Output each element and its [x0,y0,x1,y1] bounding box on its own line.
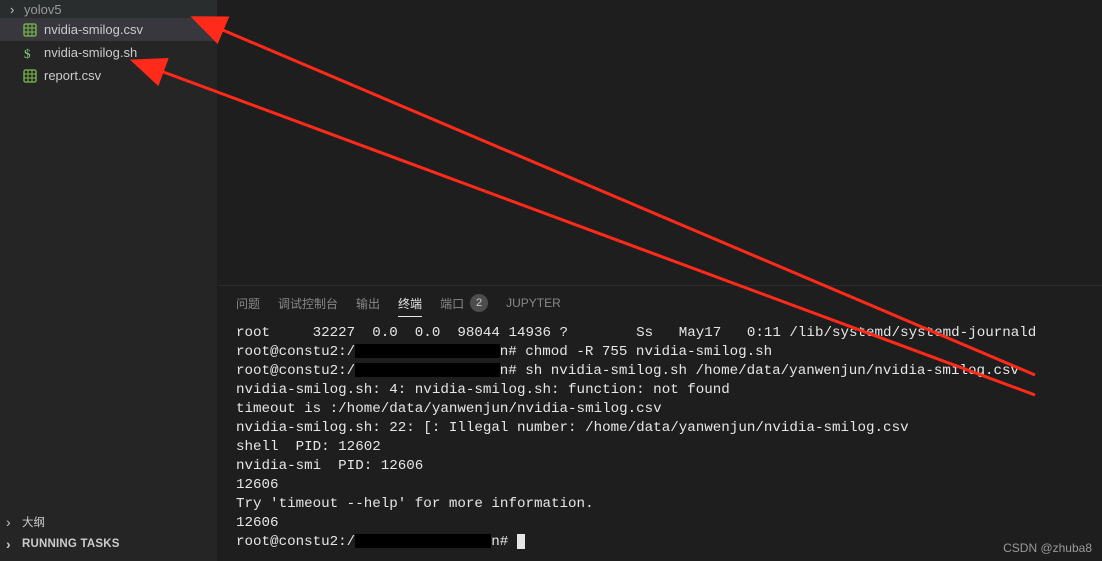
csv-file-icon [22,68,38,84]
file-item-report-csv[interactable]: report.csv [0,64,217,87]
watermark: CSDN @zhuba8 [1003,541,1092,555]
file-tree[interactable]: › yolov5 nvidia-smilog.csv $ nvidia-smil… [0,0,217,87]
terminal-output[interactable]: root 32227 0.0 0.0 98044 14936 ? Ss May1… [218,318,1102,561]
tab-output[interactable]: 输出 [356,295,380,312]
csv-file-icon [22,22,38,38]
main-area: 问题 调试控制台 输出 终端 端口 2 JUPYTER root 32227 0… [218,0,1102,561]
section-label: 大纲 [22,514,45,530]
tab-ports[interactable]: 端口 2 [440,294,488,312]
file-label: nvidia-smilog.sh [44,45,137,60]
chevron-right-icon: › [6,536,20,552]
panel-tab-bar[interactable]: 问题 调试控制台 输出 终端 端口 2 JUPYTER [218,286,1102,318]
file-item-nvidia-smilog-sh[interactable]: $ nvidia-smilog.sh [0,41,217,64]
file-label: nvidia-smilog.csv [44,22,143,37]
tab-terminal[interactable]: 终端 [398,295,422,317]
running-tasks-section[interactable]: › RUNNING TASKS [0,533,217,555]
svg-text:$: $ [24,46,31,60]
file-item-nvidia-smilog-csv[interactable]: nvidia-smilog.csv [0,18,217,41]
editor-empty [218,0,1102,285]
sidebar-sections: › 大纲 › RUNNING TASKS [0,511,217,561]
chevron-right-icon: › [10,2,22,17]
folder-item[interactable]: › yolov5 [0,0,217,18]
explorer-sidebar[interactable]: › yolov5 nvidia-smilog.csv $ nvidia-smil… [0,0,218,561]
tab-problems[interactable]: 问题 [236,295,260,312]
tab-jupyter[interactable]: JUPYTER [506,296,561,310]
file-label: report.csv [44,68,101,83]
ports-count-badge: 2 [470,294,488,312]
bottom-panel: 问题 调试控制台 输出 终端 端口 2 JUPYTER root 32227 0… [218,285,1102,561]
outline-section[interactable]: › 大纲 [0,511,217,533]
chevron-right-icon: › [6,514,20,530]
folder-label: yolov5 [24,2,62,17]
section-label: RUNNING TASKS [22,538,120,550]
shell-file-icon: $ [22,45,38,61]
tab-debug-console[interactable]: 调试控制台 [278,295,338,312]
